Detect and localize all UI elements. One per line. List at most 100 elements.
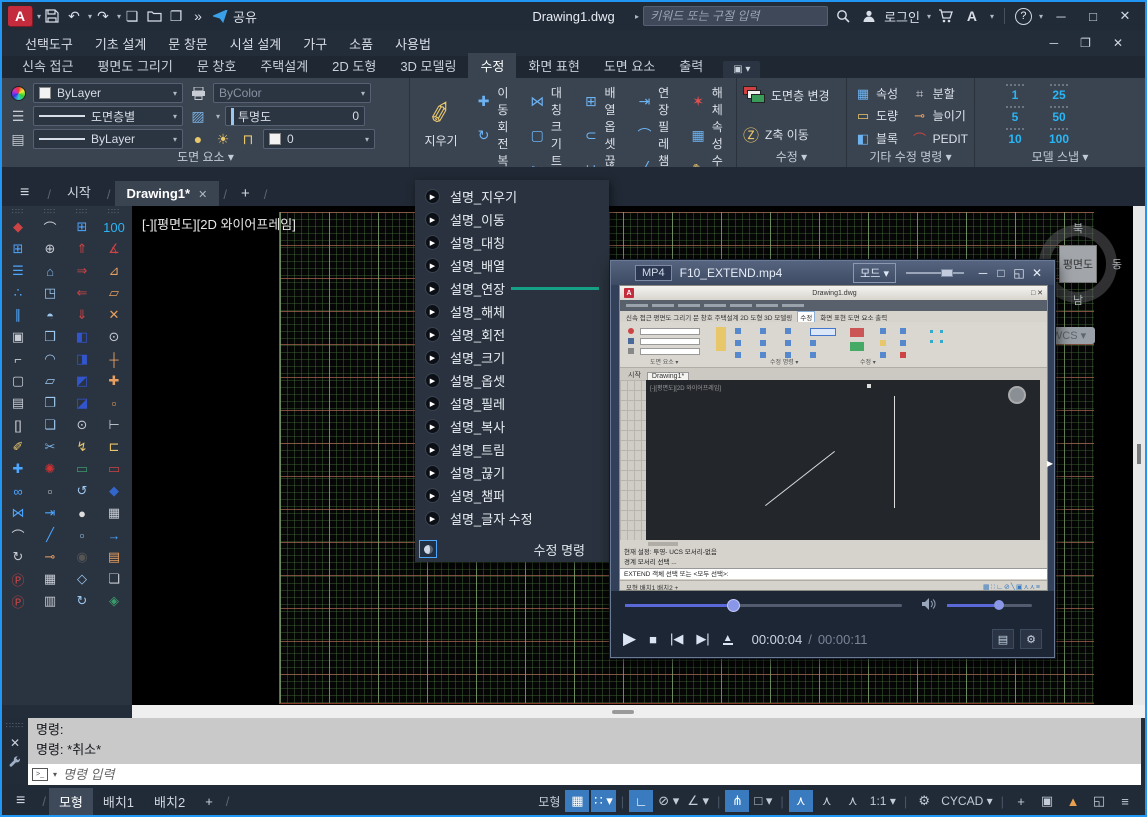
doc-minimize-button[interactable]: ─ (1050, 36, 1059, 50)
undo-icon[interactable]: ↶ (63, 5, 85, 27)
tool-icon[interactable]: ◠ (37, 348, 63, 370)
lock-icon[interactable]: ⊓ (238, 131, 258, 148)
ribbon-tab[interactable]: 주택설계 (248, 53, 320, 78)
tool-icon[interactable]: 100 (101, 216, 127, 238)
volume-icon[interactable] (922, 598, 936, 613)
tool-icon[interactable]: ⋈ (5, 502, 31, 524)
vertical-scrollbar-handle[interactable] (1137, 444, 1141, 464)
menu-item[interactable]: 사용법 (384, 34, 442, 53)
flyout-tutorial-item[interactable]: ▶ 설명_지우기 (415, 185, 609, 208)
tool-icon[interactable]: ▤ (5, 392, 31, 414)
plot-style-dropdown[interactable]: ByColor ▾ (213, 83, 371, 103)
command-close-icon[interactable]: ✕ (10, 736, 20, 750)
tool-icon[interactable]: ▫ (37, 480, 63, 502)
tool-icon[interactable]: ⊙ (69, 414, 95, 436)
tool-icon[interactable]: ▢ (5, 370, 31, 392)
new-tab-button[interactable]: + (231, 185, 260, 206)
tab-drawing1[interactable]: Drawing1*✕ (115, 181, 220, 206)
tool-icon[interactable]: ◉ (69, 546, 95, 568)
modify-tool-button[interactable]: ↻ 회전 (472, 118, 522, 152)
flyout-tutorial-item[interactable]: ▶ 설명_회전 (415, 323, 609, 346)
help-icon[interactable]: ? (1015, 8, 1032, 25)
status-toggle-icon[interactable]: | (618, 790, 627, 812)
tool-icon[interactable]: ∴ (5, 282, 31, 304)
tool-icon[interactable]: ✚ (5, 458, 31, 480)
tool-icon[interactable]: ⊿ (101, 260, 127, 282)
modify-tool-button[interactable]: ▢ 크기 (526, 118, 576, 152)
status-toggle-icon[interactable]: ∠ ▾ (684, 790, 712, 812)
tool-icon[interactable]: Ⓟ (5, 590, 31, 612)
tool-icon[interactable]: ↺ (69, 480, 95, 502)
ribbon-tab[interactable]: 출력 (667, 53, 715, 78)
minimize-button[interactable]: ─ (1047, 4, 1075, 28)
command-history[interactable]: 명령: 명령: *취소* (28, 718, 1141, 764)
transparency-caret-icon[interactable]: ▾ (216, 112, 220, 121)
next-button[interactable]: ▶| (696, 631, 709, 647)
ribbon-tab[interactable]: 2D 도형 (320, 53, 388, 78)
flyout-tutorial-item[interactable]: ▶ 설명_글자 수정 (415, 507, 609, 530)
ribbon-tab[interactable]: 화면 표현 (516, 53, 591, 78)
layout-tab[interactable]: 배치1 (93, 788, 144, 815)
status-toggle-icon[interactable]: ∟ (629, 790, 653, 812)
tool-icon[interactable]: → (101, 524, 127, 546)
open-folder-icon[interactable] (143, 5, 165, 27)
vertical-scrollbar[interactable] (1133, 206, 1145, 705)
tool-icon[interactable]: ● (69, 502, 95, 524)
status-toggle-icon[interactable]: ⊘ ▾ (655, 790, 682, 812)
other-modify-button[interactable]: ◧ 블록 (855, 129, 908, 148)
z-move-button[interactable]: Ⓩ Z축 이동 (743, 122, 809, 146)
redo-icon[interactable]: ↷ (92, 5, 114, 27)
status-toggle-icon[interactable]: | (901, 790, 910, 812)
tool-icon[interactable]: ▫ (101, 392, 127, 414)
toolbar-grip[interactable]: ∷∷ (44, 208, 56, 216)
status-toggle-icon[interactable]: 모형 (535, 790, 563, 812)
other-modify-button[interactable]: ⊸ 늘이기 (912, 107, 968, 124)
tool-icon[interactable]: ▭ (69, 458, 95, 480)
flyout-tutorial-item[interactable]: ▶ 설명_크기 (415, 346, 609, 369)
maximize-button[interactable]: □ (1079, 4, 1107, 28)
video-title-bar[interactable]: MP4 F10_EXTEND.mp4 모드 ▾ ─ □ ◱ ✕ (611, 261, 1054, 285)
tab-start[interactable]: 시작 (55, 177, 103, 206)
compass-east-label[interactable]: 동 (1112, 256, 1122, 272)
tool-icon[interactable]: ⌐ (5, 348, 31, 370)
status-toggle-icon[interactable]: ▦ (565, 790, 589, 812)
flyout-tutorial-item[interactable]: ▶ 설명_옵셋 (415, 369, 609, 392)
tool-icon[interactable]: ⇐ (69, 282, 95, 304)
play-button[interactable]: ▶ (623, 629, 636, 649)
plot-style-icon[interactable] (188, 87, 208, 100)
tool-icon[interactable]: ∥ (5, 304, 31, 326)
layer-dropdown[interactable]: 도면층별 ▾ (33, 106, 183, 126)
tool-icon[interactable]: ❒ (37, 326, 63, 348)
tool-icon[interactable]: ◓ (37, 304, 63, 326)
tool-icon[interactable]: ⇑ (69, 238, 95, 260)
layer-change-button[interactable]: 도면층 변경 (743, 86, 830, 104)
other-modify-button[interactable]: ⌗ 분할 (912, 85, 968, 102)
video-side-expand-icon[interactable]: ▶ (1047, 459, 1053, 468)
video-fullscreen-button[interactable]: ◱ (1010, 266, 1028, 280)
status-toggle-icon[interactable]: CYCAD ▾ (938, 790, 995, 812)
tool-icon[interactable]: ⇥ (37, 502, 63, 524)
share-plane-icon[interactable] (209, 5, 231, 27)
volume-bar[interactable] (947, 604, 1032, 607)
user-icon[interactable] (858, 5, 880, 27)
app-logo-icon[interactable]: A (8, 6, 32, 26)
command-input[interactable] (57, 766, 1137, 783)
tool-icon[interactable]: ↯ (69, 436, 95, 458)
flyout-tutorial-item[interactable]: ▶ 설명_필레 (415, 392, 609, 415)
status-toggle-icon[interactable]: ⋏ (841, 790, 865, 812)
tool-icon[interactable]: ◳ (37, 282, 63, 304)
status-toggle-icon[interactable]: ▣ (1035, 790, 1059, 812)
snap-value-button[interactable]: 100 (1037, 128, 1081, 146)
modify-tool-button[interactable]: ⊞ 배열 (579, 84, 629, 118)
modify-tool-button[interactable]: ▦ 속성 (686, 118, 736, 152)
tool-icon[interactable]: ◆ (101, 480, 127, 502)
snap-value-button[interactable]: 10 (993, 128, 1037, 146)
tool-icon[interactable]: ❐ (37, 392, 63, 414)
compass-view-label[interactable]: 평면도 (1059, 245, 1097, 283)
snap-value-button[interactable]: 25 (1037, 84, 1081, 102)
modify-tool-button[interactable]: ⋈ 대칭 (526, 84, 576, 118)
tool-icon[interactable]: ╱ (37, 524, 63, 546)
video-opacity-slider[interactable] (906, 272, 964, 274)
login-label[interactable]: 로그인 (884, 7, 920, 26)
status-toggle-icon[interactable]: ⚙ (912, 790, 936, 812)
